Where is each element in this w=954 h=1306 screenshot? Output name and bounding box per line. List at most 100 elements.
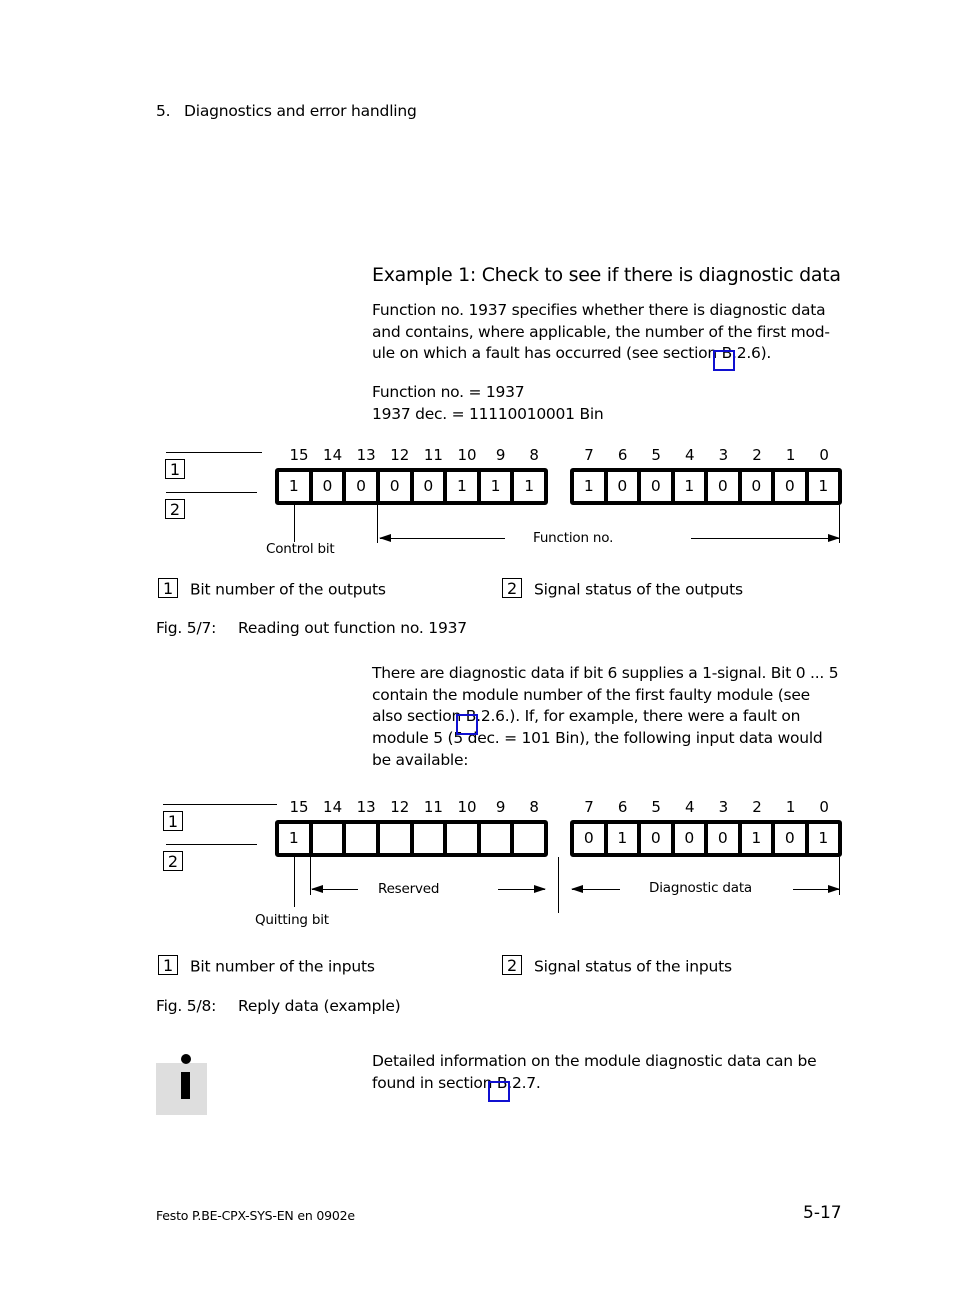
bit-number: 0 bbox=[819, 798, 829, 816]
diagnostic-explanation: There are diagnostic data if bit 6 suppl… bbox=[372, 663, 852, 772]
bit-cell: 0 bbox=[641, 472, 675, 501]
left-arrow bbox=[379, 534, 505, 542]
bit-number: 9 bbox=[495, 446, 506, 464]
key-line bbox=[166, 492, 257, 493]
bit-cell bbox=[414, 824, 448, 853]
text-line: contain the module number of the first f… bbox=[372, 685, 810, 704]
bit-cell: 1 bbox=[818, 829, 829, 847]
chapter-number: 5. bbox=[156, 102, 171, 120]
bit-cell: 0 bbox=[775, 824, 809, 853]
bit-number: 3 bbox=[718, 446, 729, 464]
function-range-end bbox=[839, 505, 840, 543]
legend-item-2: 2 Signal status of the outputs bbox=[502, 578, 743, 600]
bit-number: 5 bbox=[651, 446, 661, 464]
key-box-2: 2 bbox=[163, 851, 183, 871]
bit-cell: 1 bbox=[524, 477, 535, 495]
bit-number: 14 bbox=[323, 798, 343, 816]
bit-number: 3 bbox=[718, 798, 729, 816]
bit-number: 15 bbox=[289, 446, 309, 464]
bit-number: 10 bbox=[457, 446, 477, 464]
bit-number: 1 bbox=[785, 798, 796, 816]
legend-text: Signal status of the inputs bbox=[534, 957, 732, 976]
bit-number: 11 bbox=[423, 798, 443, 816]
control-bit-label: Control bit bbox=[266, 541, 335, 557]
bit-cell: 0 bbox=[641, 824, 675, 853]
left-arrow bbox=[571, 885, 620, 893]
figure-number: Fig. 5/8: bbox=[156, 997, 217, 1015]
bit-number: 0 bbox=[819, 446, 829, 464]
key-box-1: 1 bbox=[158, 955, 178, 975]
bit-number: 7 bbox=[584, 798, 594, 816]
text-line: and contains, where applicable, the numb… bbox=[372, 322, 830, 341]
key-box-1: 1 bbox=[163, 811, 183, 831]
right-arrow bbox=[498, 885, 546, 893]
key-box-1: 1 bbox=[165, 459, 185, 479]
reserved-label: Reserved bbox=[378, 881, 440, 897]
bit-cell: 0 bbox=[380, 472, 414, 501]
bit-cell: 0 bbox=[574, 824, 608, 853]
bit-cell: 0 bbox=[675, 824, 708, 853]
quitting-bit-label: Quitting bit bbox=[255, 912, 329, 928]
bit-number: 7 bbox=[584, 446, 594, 464]
section-link-b26[interactable] bbox=[456, 714, 478, 735]
section-link-b27[interactable] bbox=[488, 1081, 510, 1102]
info-icon-dot bbox=[181, 1054, 191, 1064]
intro-paragraph: Function no. 1937 specifies whether ther… bbox=[372, 300, 852, 365]
output-register-low-byte: 10010001 bbox=[570, 468, 842, 505]
section-link-b26[interactable] bbox=[713, 350, 735, 371]
bit-cell: 0 bbox=[414, 472, 448, 501]
text-line: There are diagnostic data if bit 6 suppl… bbox=[372, 664, 839, 682]
text-line: also section B.2.6.). If, for example, t… bbox=[372, 707, 801, 726]
key-line bbox=[163, 804, 277, 805]
bit-cell: 1 bbox=[447, 472, 481, 501]
byte-separator bbox=[558, 857, 559, 913]
figure-number: Fig. 5/7: bbox=[156, 619, 217, 637]
bit-number: 6 bbox=[617, 798, 628, 816]
figure-title: Reply data (example) bbox=[238, 997, 401, 1015]
key-box-1: 1 bbox=[158, 578, 178, 598]
bit-cell: 0 bbox=[742, 472, 775, 501]
info-note-text: Detailed information on the module diagn… bbox=[372, 1051, 852, 1094]
function-number-block: Function no. = 1937 1937 dec. = 11110010… bbox=[372, 382, 852, 425]
text-line: ule on which a fault has occurred (see s… bbox=[372, 344, 772, 363]
right-arrow bbox=[793, 885, 840, 893]
page-number: 5-17 bbox=[803, 1203, 842, 1223]
input-register-low-byte: 01000101 bbox=[570, 820, 842, 857]
legend-text: Signal status of the outputs bbox=[534, 580, 743, 599]
key-box-2: 2 bbox=[165, 499, 185, 519]
bit-number: 12 bbox=[390, 798, 410, 816]
function-no-label: Function no. bbox=[533, 530, 614, 546]
bit-cell: 1 bbox=[675, 472, 708, 501]
bit-cell bbox=[514, 824, 544, 853]
bit-cell bbox=[380, 824, 414, 853]
function-range-start bbox=[377, 505, 378, 543]
info-icon bbox=[156, 1053, 207, 1115]
bit-cell: 0 bbox=[708, 472, 742, 501]
diagnostic-range-end bbox=[839, 857, 840, 895]
left-arrow bbox=[311, 885, 358, 893]
bit-number: 13 bbox=[356, 446, 376, 464]
bit-number: 6 bbox=[617, 446, 628, 464]
bit-cell: 0 bbox=[313, 472, 347, 501]
bit-cell bbox=[313, 824, 347, 853]
key-box-2: 2 bbox=[502, 955, 522, 975]
bit-number: 9 bbox=[495, 798, 506, 816]
chapter-heading: 5. Diagnostics and error handling bbox=[156, 102, 417, 120]
quitting-bit-leader bbox=[294, 857, 295, 907]
bit-number: 14 bbox=[323, 446, 343, 464]
bit-cell: 1 bbox=[742, 824, 775, 853]
text-line: found in section B.2.7. bbox=[372, 1073, 541, 1092]
bit-number: 2 bbox=[752, 446, 762, 464]
right-arrow bbox=[691, 534, 840, 542]
text-line: be available: bbox=[372, 750, 469, 769]
legend-item-2: 2 Signal status of the inputs bbox=[502, 955, 732, 977]
bit-cell: 1 bbox=[818, 477, 829, 495]
bit-number: 8 bbox=[529, 446, 539, 464]
text-line: Detailed information on the module diagn… bbox=[372, 1052, 817, 1070]
legend-item-1: 1 Bit number of the inputs bbox=[158, 955, 375, 977]
figure-caption: Fig. 5/8: Reply data (example) bbox=[156, 997, 401, 1015]
bit-cell bbox=[447, 824, 481, 853]
key-box-2: 2 bbox=[502, 578, 522, 598]
text-line: module 5 (5 dec. = 101 Bin), the followi… bbox=[372, 729, 823, 748]
control-bit-leader bbox=[294, 505, 295, 542]
